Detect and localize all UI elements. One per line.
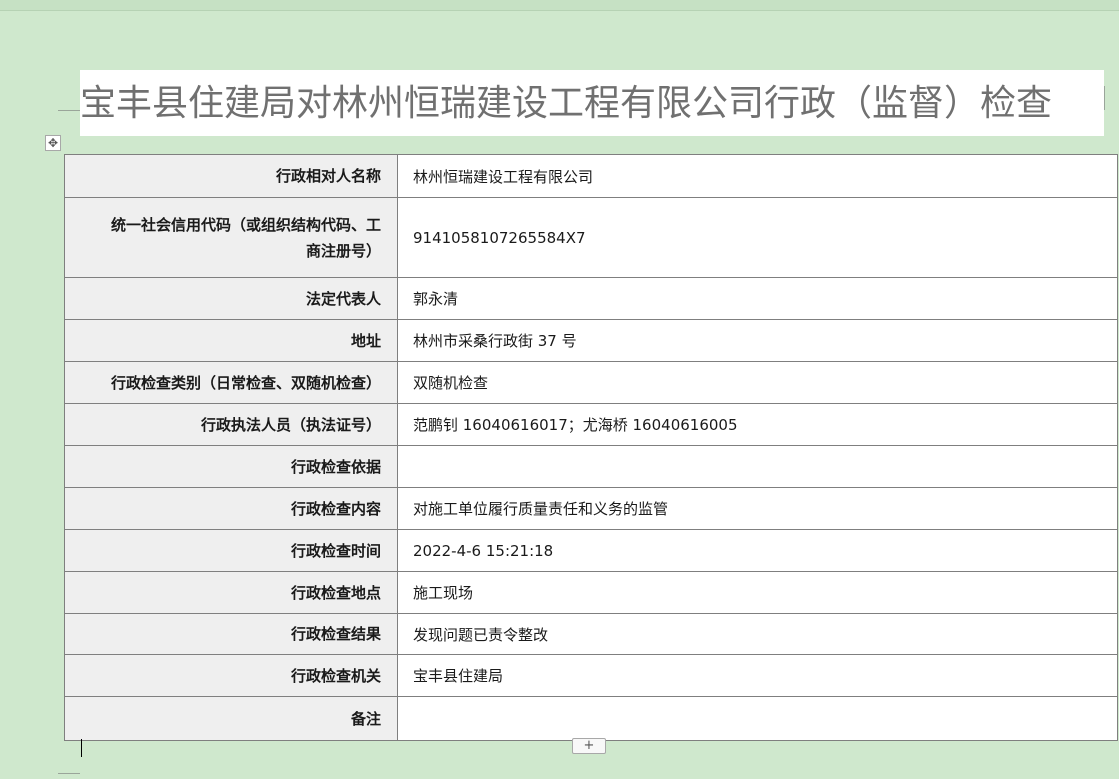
table-row: 行政检查时间 2022-4-6 15:21:18: [64, 529, 1118, 572]
table-row: 法定代表人 郭永清: [64, 277, 1118, 320]
row-value[interactable]: 林州市采桑行政街 37 号: [397, 319, 1118, 362]
row-label: 行政检查依据: [64, 445, 398, 488]
inspection-info-table: 行政相对人名称 林州恒瑞建设工程有限公司 统一社会信用代码（或组织结构代码、工 …: [64, 154, 1118, 741]
row-value[interactable]: 2022-4-6 15:21:18: [397, 529, 1118, 572]
row-label-line: 统一社会信用代码（或组织结构代码、工: [110, 215, 381, 234]
row-value[interactable]: 宝丰县住建局: [397, 654, 1118, 697]
table-row: 行政检查地点 施工现场: [64, 571, 1118, 614]
top-toolbar-strip: [0, 0, 1119, 11]
page-corner-mark: [58, 110, 80, 111]
row-value[interactable]: 郭永清: [397, 277, 1118, 320]
row-value[interactable]: 范鹏钊 16040616017；尤海桥 16040616005: [397, 403, 1118, 446]
row-label: 行政检查地点: [64, 571, 398, 614]
row-label: 行政检查类别（日常检查、双随机检查）: [64, 361, 398, 404]
row-label: 行政检查机关: [64, 654, 398, 697]
row-label: 行政检查结果: [64, 613, 398, 655]
table-row: 行政检查内容 对施工单位履行质量责任和义务的监管: [64, 487, 1118, 530]
table-row: 行政执法人员（执法证号） 范鹏钊 16040616017；尤海桥 1604061…: [64, 403, 1118, 446]
table-row: 备注: [64, 696, 1118, 741]
row-value[interactable]: 对施工单位履行质量责任和义务的监管: [397, 487, 1118, 530]
row-label-line: 商注册号）: [305, 241, 381, 260]
row-value[interactable]: 发现问题已责令整改: [397, 613, 1118, 655]
document-title: 宝丰县住建局对林州恒瑞建设工程有限公司行政（监督）检查: [80, 83, 1053, 124]
page-corner-mark: [1104, 86, 1105, 110]
row-label: 地址: [64, 319, 398, 362]
table-row: 地址 林州市采桑行政街 37 号: [64, 319, 1118, 362]
row-value[interactable]: 9141058107265584X7: [397, 197, 1118, 278]
table-row: 统一社会信用代码（或组织结构代码、工 商注册号） 914105810726558…: [64, 197, 1118, 278]
text-cursor: [81, 739, 82, 757]
table-row: 行政相对人名称 林州恒瑞建设工程有限公司: [64, 154, 1118, 198]
title-box[interactable]: 宝丰县住建局对林州恒瑞建设工程有限公司行政（监督）检查: [80, 70, 1104, 136]
row-value[interactable]: 双随机检查: [397, 361, 1118, 404]
table-row: 行政检查依据: [64, 445, 1118, 488]
row-label: 统一社会信用代码（或组织结构代码、工 商注册号）: [64, 197, 398, 278]
row-value[interactable]: [397, 696, 1118, 741]
row-label: 法定代表人: [64, 277, 398, 320]
table-row: 行政检查结果 发现问题已责令整改: [64, 613, 1118, 655]
row-label: 备注: [64, 696, 398, 741]
table-row: 行政检查类别（日常检查、双随机检查） 双随机检查: [64, 361, 1118, 404]
row-value[interactable]: [397, 445, 1118, 488]
table-move-handle-icon[interactable]: ✥: [45, 135, 61, 151]
add-row-button[interactable]: +: [572, 738, 606, 754]
row-label: 行政相对人名称: [64, 154, 398, 198]
row-value[interactable]: 林州恒瑞建设工程有限公司: [397, 154, 1118, 198]
row-label: 行政检查时间: [64, 529, 398, 572]
row-value[interactable]: 施工现场: [397, 571, 1118, 614]
table-row: 行政检查机关 宝丰县住建局: [64, 654, 1118, 697]
row-label: 行政执法人员（执法证号）: [64, 403, 398, 446]
page-corner-mark: [58, 773, 80, 774]
row-label: 行政检查内容: [64, 487, 398, 530]
